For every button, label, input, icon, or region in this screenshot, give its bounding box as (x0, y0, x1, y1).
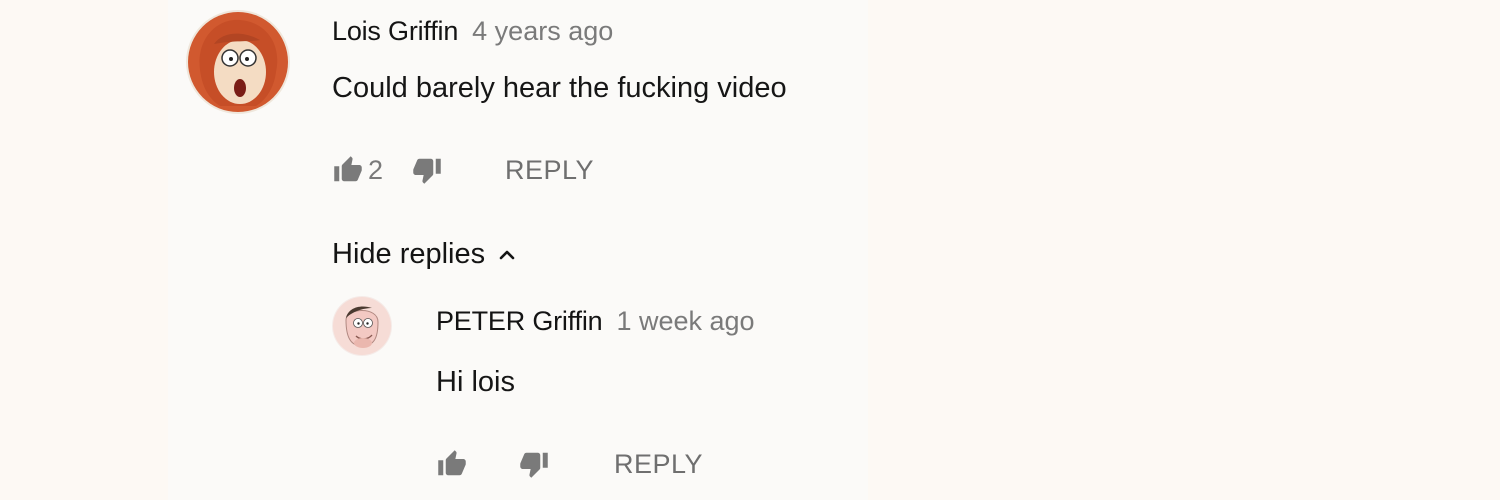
dislike-button[interactable] (409, 152, 445, 188)
like-button[interactable] (330, 152, 366, 188)
reply-timestamp[interactable]: 1 week ago (616, 306, 754, 336)
comment-author[interactable]: Lois Griffin (332, 16, 458, 46)
comment-header: Lois Griffin 4 years ago (332, 16, 613, 47)
reply-text: Hi lois (436, 366, 515, 398)
thumbs-up-icon (334, 156, 362, 182)
reply-author[interactable]: PETER Griffin (436, 306, 603, 336)
comment-timestamp[interactable]: 4 years ago (472, 16, 613, 46)
thumbs-down-icon (520, 452, 548, 478)
thumbs-up-icon (438, 450, 466, 476)
chevron-up-icon (495, 243, 519, 267)
page: Lois Griffin 4 years ago Could barely hea… (0, 0, 1500, 500)
like-button[interactable] (434, 446, 470, 482)
like-count: 2 (368, 154, 384, 185)
reply-button[interactable]: REPLY (614, 449, 703, 480)
hide-replies-label: Hide replies (332, 238, 486, 270)
reply-header: PETER Griffin 1 week ago (436, 306, 755, 337)
reply-avatar[interactable] (332, 296, 392, 356)
reply-actions: REPLY (434, 444, 703, 484)
peter-avatar-icon (333, 297, 391, 355)
comment-text: Could barely hear the fucking video (332, 72, 787, 104)
thumbs-down-icon (413, 158, 441, 184)
hide-replies-button[interactable]: Hide replies (332, 238, 519, 271)
comment-actions: 2 REPLY (330, 150, 594, 190)
reply-button[interactable]: REPLY (505, 155, 594, 186)
lois-avatar-icon (188, 12, 288, 112)
commenter-avatar[interactable] (186, 10, 290, 114)
dislike-button[interactable] (516, 446, 552, 482)
